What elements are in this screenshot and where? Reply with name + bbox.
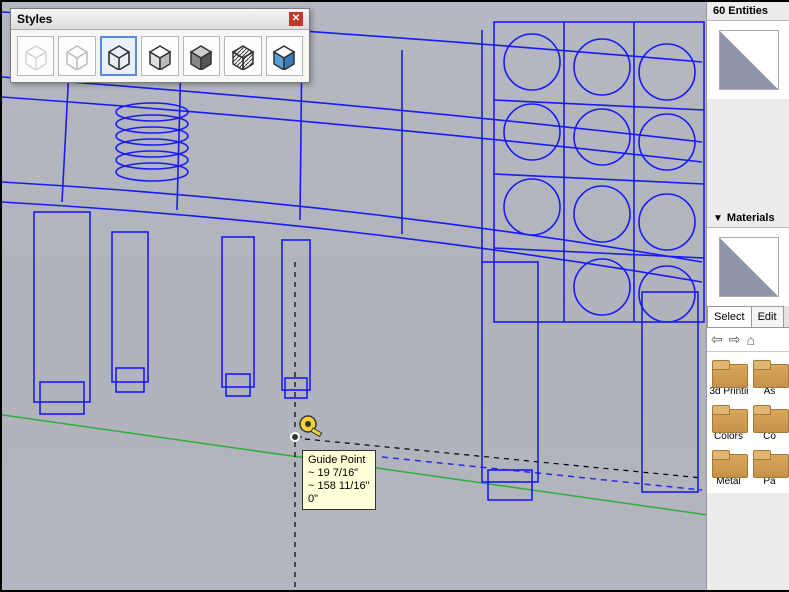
folder-concrete[interactable]: Co: [750, 401, 789, 444]
folder-icon: [712, 358, 746, 386]
entity-count-label: 60 Entities: [713, 5, 768, 17]
styles-panel-title: Styles: [17, 12, 52, 26]
tooltip-line2: ~ 158 11/16": [308, 480, 370, 493]
style-wireframe-light[interactable]: [17, 36, 54, 76]
nav-forward-icon[interactable]: ⇨: [729, 331, 741, 348]
styles-toolbar-panel[interactable]: Styles ✕: [10, 8, 310, 83]
folder-icon: [753, 448, 787, 476]
tooltip-line1: ~ 19 7/16": [308, 467, 370, 480]
folder-metal[interactable]: Metal: [709, 446, 748, 489]
styles-buttons-row: [11, 30, 309, 82]
tooltip-title: Guide Point: [308, 454, 370, 467]
folder-asphalt[interactable]: As: [750, 356, 789, 399]
style-shaded-edges[interactable]: [100, 36, 137, 76]
style-monochrome[interactable]: [183, 36, 220, 76]
materials-nav: ⇦ ⇨ ⌂: [707, 328, 789, 352]
folder-colors[interactable]: Colors: [709, 401, 748, 444]
folder-3d-printing[interactable]: 3d Printin: [709, 356, 748, 399]
materials-current-swatch[interactable]: [707, 228, 789, 306]
measurement-tooltip: Guide Point ~ 19 7/16" ~ 158 11/16" 0": [302, 450, 376, 510]
folder-icon: [753, 358, 787, 386]
material-swatch-icon: [719, 237, 779, 297]
nav-back-icon[interactable]: ⇦: [711, 331, 723, 348]
materials-tabs: Select Edit: [707, 306, 789, 328]
tray-panels: 60 Entities ▼ Materials Select Edit ⇦ ⇨ ⌂…: [706, 2, 789, 590]
tape-measure-cursor-icon: [298, 414, 324, 440]
style-textured[interactable]: [266, 36, 303, 76]
folder-patterns[interactable]: Pa: [750, 446, 789, 489]
tab-select[interactable]: Select: [707, 306, 752, 327]
nav-home-icon[interactable]: ⌂: [746, 332, 754, 348]
material-swatch-icon: [719, 30, 779, 90]
tab-edit[interactable]: Edit: [751, 306, 784, 327]
folder-icon: [712, 448, 746, 476]
style-xray[interactable]: [224, 36, 261, 76]
close-icon[interactable]: ✕: [289, 12, 303, 26]
folder-icon: [753, 403, 787, 431]
tooltip-line3: 0": [308, 493, 370, 506]
entity-default-material-swatch[interactable]: [707, 21, 789, 99]
styles-panel-titlebar[interactable]: Styles ✕: [11, 9, 309, 30]
folder-icon: [712, 403, 746, 431]
materials-folder-grid: 3d Printin As Colors Co Metal Pa: [707, 352, 789, 493]
materials-title: Materials: [727, 212, 775, 224]
style-hidden-line[interactable]: [58, 36, 95, 76]
entity-info-header[interactable]: 60 Entities: [707, 2, 789, 21]
disclosure-triangle-icon[interactable]: ▼: [713, 213, 723, 224]
style-shaded[interactable]: [141, 36, 178, 76]
materials-header[interactable]: ▼ Materials: [707, 209, 789, 228]
